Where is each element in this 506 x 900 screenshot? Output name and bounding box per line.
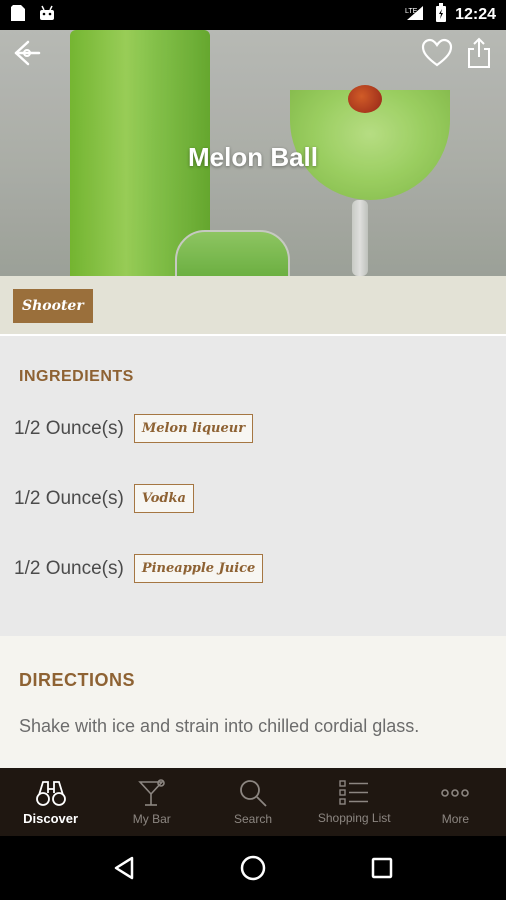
tag-strip: Shooter — [0, 276, 506, 336]
triangle-back-icon — [115, 856, 134, 880]
nav-discover[interactable]: Discover — [0, 768, 101, 836]
system-recents-button[interactable] — [364, 850, 400, 886]
nav-label: My Bar — [132, 812, 171, 826]
nav-more[interactable]: More — [405, 768, 506, 836]
martini-glass-icon — [137, 779, 165, 806]
search-icon — [240, 780, 267, 807]
more-dots-icon — [441, 789, 470, 797]
ingredients-heading: INGREDIENTS — [19, 368, 134, 385]
share-icon — [468, 37, 490, 68]
system-home-button[interactable] — [235, 850, 271, 886]
nav-shopping-list[interactable]: Shopping List — [304, 768, 405, 836]
ingredient-quantity: 1/2 Ounce(s) — [14, 487, 124, 509]
ingredient-quantity: 1/2 Ounce(s) — [14, 557, 124, 579]
nav-label: Search — [233, 812, 273, 826]
share-button[interactable] — [462, 36, 496, 70]
svg-text:LTE: LTE — [405, 8, 418, 15]
directions-text: Shake with ice and strain into chilled c… — [19, 716, 420, 736]
back-arrow-icon — [14, 40, 41, 66]
ingredient-row: 1/2 Ounce(s) Melon liqueur — [14, 414, 254, 443]
sd-card-icon — [10, 4, 26, 26]
ingredients-section: INGREDIENTS 1/2 Ounce(s) Melon liqueur 1… — [0, 338, 506, 636]
nav-my-bar[interactable]: My Bar — [101, 768, 202, 836]
heart-icon — [421, 38, 453, 67]
system-navigation-bar — [0, 836, 506, 900]
list-icon — [339, 780, 369, 805]
back-button[interactable] — [10, 36, 44, 70]
nav-label: More — [441, 812, 470, 826]
bottom-navigation: Discover My Bar Search Shopping List Mor… — [0, 768, 506, 836]
ingredient-name-button[interactable]: Vodka — [133, 484, 194, 513]
signal-icon: LTE — [405, 4, 427, 26]
ingredient-row: 1/2 Ounce(s) Pineapple Juice — [14, 554, 264, 583]
android-icon — [38, 4, 56, 26]
favorite-button[interactable] — [420, 36, 454, 70]
ingredient-quantity: 1/2 Ounce(s) — [14, 417, 124, 439]
status-bar: LTE 12:24 — [0, 0, 506, 30]
square-recents-icon — [371, 857, 392, 879]
circle-home-icon — [240, 855, 266, 881]
nav-label: Discover — [23, 810, 79, 826]
directions-section: DIRECTIONS Shake with ice and strain int… — [0, 636, 506, 768]
nav-search[interactable]: Search — [202, 768, 303, 836]
ingredient-row: 1/2 Ounce(s) Vodka — [14, 484, 194, 513]
ingredient-name-button[interactable]: Pineapple Juice — [133, 554, 264, 583]
nav-label: Shopping List — [317, 811, 391, 825]
category-tag[interactable]: Shooter — [13, 289, 93, 323]
drink-title: Melon Ball — [187, 142, 318, 172]
directions-heading: DIRECTIONS — [19, 670, 136, 690]
status-time: 12:24 — [455, 6, 496, 23]
binoculars-icon — [35, 780, 66, 806]
ingredient-name-button[interactable]: Melon liqueur — [133, 414, 254, 443]
system-back-button[interactable] — [106, 850, 142, 886]
hero-image: Melon Ball — [0, 30, 506, 276]
battery-icon — [435, 3, 447, 27]
